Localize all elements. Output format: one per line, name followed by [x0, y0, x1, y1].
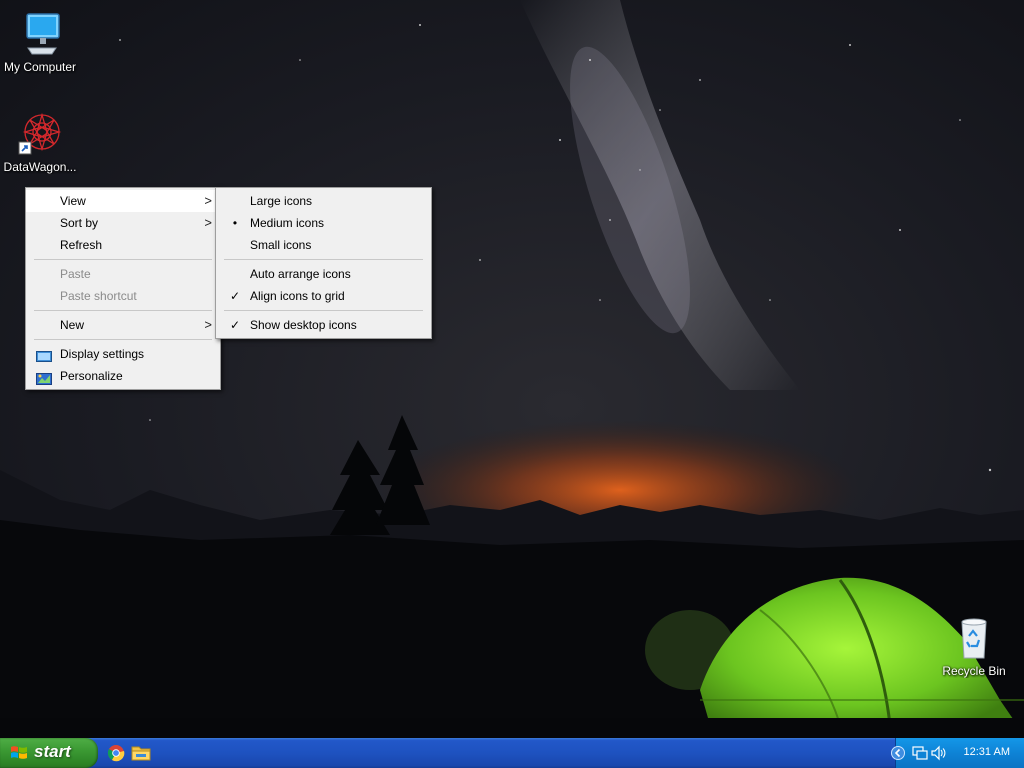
menu-separator [34, 339, 212, 340]
display-settings-icon [36, 348, 52, 362]
radio-bullet-icon: • [232, 216, 238, 230]
checkmark-icon: ✓ [229, 289, 241, 303]
menu-item-sort-by[interactable]: Sort by > [26, 212, 220, 234]
menu-item-medium-icons[interactable]: • Medium icons [216, 212, 431, 234]
menu-item-personalize[interactable]: Personalize [26, 365, 220, 387]
chrome-icon[interactable] [106, 743, 126, 763]
submenu-arrow-icon: > [204, 193, 212, 208]
checkmark-icon: ✓ [229, 318, 241, 332]
personalize-icon [36, 370, 52, 385]
menu-item-label: Personalize [60, 369, 123, 383]
menu-item-label: Sort by [60, 216, 99, 230]
desktop-icon-datawagon[interactable]: DataWagon... [0, 110, 80, 174]
menu-item-label: Paste shortcut [60, 289, 137, 303]
start-button[interactable]: start [0, 738, 98, 768]
recycle-bin-icon [950, 614, 998, 662]
menu-item-small-icons[interactable]: Small icons [216, 234, 431, 256]
menu-item-view[interactable]: View > [26, 190, 220, 212]
windows-logo-icon [10, 744, 28, 762]
menu-item-new[interactable]: New > [26, 314, 220, 336]
view-submenu: Large icons • Medium icons Small icons A… [215, 187, 432, 339]
desktop-context-menu: View > Sort by > Refresh Paste Paste sho… [25, 187, 221, 390]
menu-item-paste: Paste [26, 263, 220, 285]
start-label: start [34, 742, 71, 761]
menu-item-large-icons[interactable]: Large icons [216, 190, 431, 212]
datawagon-icon [16, 110, 64, 158]
submenu-arrow-icon: > [204, 317, 212, 332]
my-computer-icon [16, 10, 64, 58]
menu-item-label: Paste [60, 267, 91, 281]
menu-separator [34, 310, 212, 311]
menu-item-paste-shortcut: Paste shortcut [26, 285, 220, 307]
menu-separator [34, 259, 212, 260]
taskbar: start 12:31 AM [0, 738, 1024, 768]
menu-item-label: Show desktop icons [250, 318, 357, 332]
menu-item-label: Refresh [60, 238, 103, 252]
tray-expand-icon[interactable] [890, 745, 906, 761]
menu-item-label: Small icons [250, 238, 312, 252]
desktop-icon-label: My Computer [3, 60, 77, 74]
menu-separator [224, 310, 423, 311]
menu-item-display-settings[interactable]: Display settings [26, 343, 220, 365]
menu-item-align-icons-to-grid[interactable]: ✓ Align icons to grid [216, 285, 431, 307]
taskbar-clock[interactable]: 12:31 AM [964, 746, 1010, 758]
menu-item-label: Display settings [60, 347, 145, 361]
menu-item-auto-arrange-icons[interactable]: Auto arrange icons [216, 263, 431, 285]
menu-item-label: New [60, 318, 85, 332]
submenu-arrow-icon: > [204, 215, 212, 230]
system-tray: 12:31 AM [891, 738, 1024, 768]
desktop-icon-recycle-bin[interactable]: Recycle Bin [934, 614, 1014, 678]
network-icon[interactable] [912, 745, 928, 761]
menu-item-label: Large icons [250, 194, 313, 208]
menu-item-refresh[interactable]: Refresh [26, 234, 220, 256]
menu-item-label: Medium icons [250, 216, 325, 230]
desktop-icon-label: DataWagon... [3, 160, 77, 174]
file-explorer-icon[interactable] [131, 743, 151, 763]
desktop-icon-label: Recycle Bin [942, 664, 1006, 678]
menu-item-label: View [60, 194, 86, 208]
desktop-icon-my-computer[interactable]: My Computer [0, 10, 80, 74]
menu-item-show-desktop-icons[interactable]: ✓ Show desktop icons [216, 314, 431, 336]
volume-icon[interactable] [930, 745, 946, 761]
menu-item-label: Auto arrange icons [250, 267, 351, 281]
menu-separator [224, 259, 423, 260]
menu-item-label: Align icons to grid [250, 289, 345, 303]
